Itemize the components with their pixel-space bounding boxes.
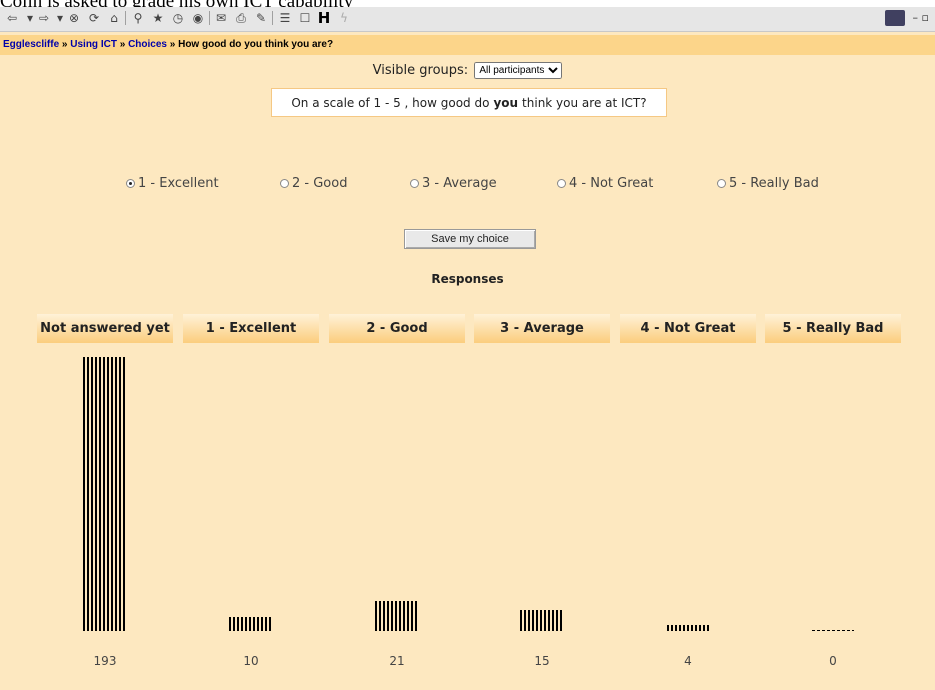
option-label: 2 - Good — [292, 176, 348, 191]
radio-button-checked[interactable] — [126, 179, 135, 188]
mail-icon[interactable]: ✉ — [213, 10, 229, 26]
response-bar — [520, 610, 564, 631]
column-header: 3 - Average — [474, 314, 610, 343]
search-icon[interactable]: ⚲ — [130, 10, 146, 26]
favorites-icon[interactable]: ★ — [150, 10, 166, 26]
breadcrumb: Egglescliffe » Using ICT » Choices » How… — [3, 39, 333, 50]
radio-button[interactable] — [410, 179, 419, 188]
breadcrumb-link-course[interactable]: Using ICT — [70, 39, 117, 50]
column-header: 2 - Good — [329, 314, 465, 343]
breadcrumb-separator: » — [59, 39, 71, 50]
response-bar — [812, 630, 854, 631]
messenger-icon[interactable]: ☐ — [297, 10, 313, 26]
response-bar — [229, 617, 273, 631]
media-icon[interactable]: ◉ — [190, 10, 206, 26]
response-bar — [667, 625, 709, 631]
minimize-icon[interactable]: – — [913, 11, 919, 24]
option-excellent[interactable]: 1 - Excellent — [126, 176, 219, 191]
option-not-great[interactable]: 4 - Not Great — [557, 176, 653, 191]
toolbar-divider — [125, 11, 126, 25]
visible-groups-label: Visible groups: — [372, 63, 469, 78]
radio-button[interactable] — [280, 179, 289, 188]
home-icon[interactable]: ⌂ — [106, 10, 122, 26]
breadcrumb-link-site[interactable]: Egglescliffe — [3, 39, 59, 50]
browser-toolbar: ⇦ ▾ ⇨ ▾ ⊗ ⟳ ⌂ ⚲ ★ ◷ ◉ ✉ ⎙ ✎ ☰ ☐ H ϟ – ▫ — [0, 7, 935, 32]
option-good[interactable]: 2 - Good — [280, 176, 347, 191]
response-count: 193 — [93, 654, 117, 668]
windows-logo-icon — [885, 10, 905, 26]
discuss-icon[interactable]: ☰ — [277, 10, 293, 26]
response-bar — [83, 357, 127, 631]
option-label: 3 - Average — [422, 176, 497, 191]
back-icon[interactable]: ⇦ — [4, 10, 20, 26]
question-text-start: On a scale of 1 - 5 , how good do — [291, 95, 490, 110]
response-count: 21 — [389, 654, 405, 668]
response-count: 0 — [829, 654, 837, 668]
responses-heading: Responses — [431, 272, 504, 286]
toolbar-divider — [272, 11, 273, 25]
option-really-bad[interactable]: 5 - Really Bad — [717, 176, 819, 191]
response-bar — [375, 601, 419, 631]
response-count: 4 — [684, 654, 692, 668]
response-count: 15 — [534, 654, 550, 668]
question-text-end: think you are at ICT? — [522, 95, 647, 110]
question-text-emphasis: you — [493, 95, 519, 110]
navigation-bar: Egglescliffe » Using ICT » Choices » How… — [0, 35, 935, 55]
history-icon[interactable]: ◷ — [170, 10, 186, 26]
refresh-icon[interactable]: ⟳ — [86, 10, 102, 26]
column-header: 4 - Not Great — [620, 314, 756, 343]
radio-button[interactable] — [717, 179, 726, 188]
option-label: 4 - Not Great — [569, 176, 654, 191]
option-label: 1 - Excellent — [138, 176, 219, 191]
choice-page: Egglescliffe » Using ICT » Choices » How… — [0, 32, 935, 690]
response-count: 10 — [243, 654, 259, 668]
save-choice-button[interactable]: Save my choice — [404, 229, 536, 249]
breadcrumb-current: How good do you think you are? — [178, 39, 334, 50]
breadcrumb-separator: » — [116, 39, 129, 50]
visible-groups: Visible groups: All participants — [0, 62, 935, 79]
edit-icon[interactable]: ✎ — [253, 10, 269, 26]
bold-h-icon[interactable]: H — [316, 9, 332, 27]
option-label: 5 - Really Bad — [729, 176, 819, 191]
column-header: Not answered yet — [37, 314, 173, 343]
question-box: On a scale of 1 - 5 , how good do you th… — [271, 88, 667, 117]
radio-button[interactable] — [557, 179, 566, 188]
toolbar-divider — [209, 11, 210, 25]
forward-icon[interactable]: ⇨ — [36, 10, 52, 26]
print-icon[interactable]: ⎙ — [233, 10, 249, 26]
breadcrumb-link-choices[interactable]: Choices — [128, 39, 167, 50]
breadcrumb-separator: » — [166, 39, 179, 50]
column-header: 1 - Excellent — [183, 314, 319, 343]
restore-icon[interactable]: ▫ — [922, 11, 929, 24]
option-average[interactable]: 3 - Average — [410, 176, 497, 191]
visible-groups-select[interactable]: All participants — [474, 62, 563, 79]
lightning-icon[interactable]: ϟ — [336, 10, 352, 26]
stop-icon[interactable]: ⊗ — [66, 10, 82, 26]
column-header: 5 - Really Bad — [765, 314, 901, 343]
